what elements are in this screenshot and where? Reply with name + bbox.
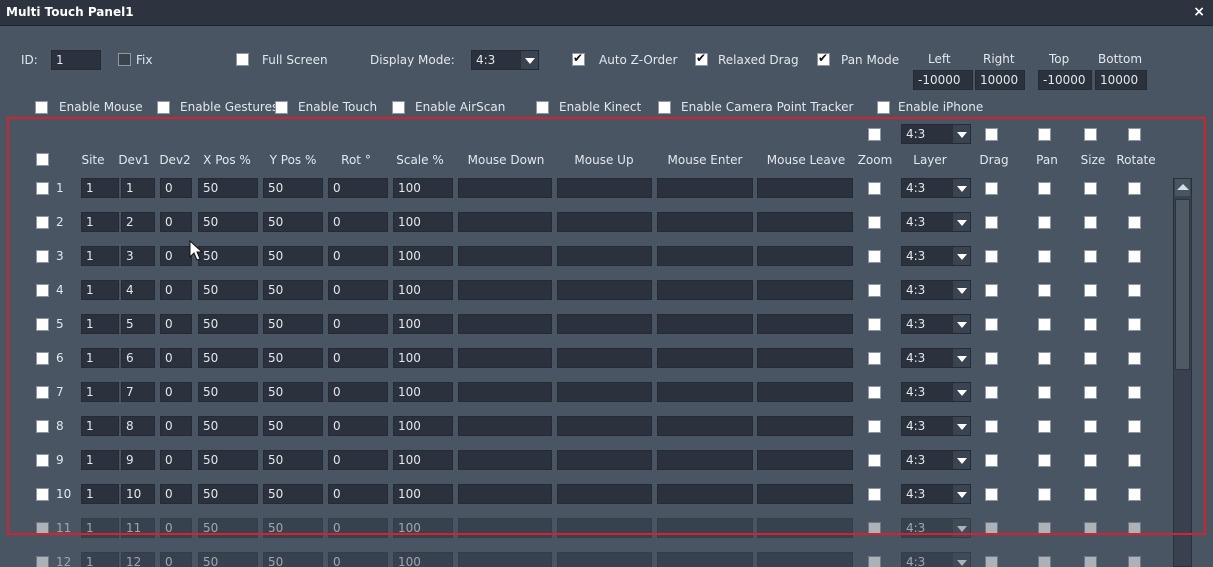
enable-touch-checkbox[interactable] [275,101,288,114]
display-mode-label: Display Mode: [370,53,455,67]
mouse-enter-input[interactable] [657,552,753,567]
bound-top-input[interactable]: -10000 [1038,70,1092,90]
bound-right-input[interactable]: 10000 [975,70,1025,90]
enable-camera-point-tracker-label: Enable Camera Point Tracker [681,100,854,114]
fix-checkbox[interactable] [118,53,131,66]
bound-top-label: Top [1049,52,1070,66]
enable-gestures-label: Enable Gestures [180,100,279,114]
bound-bottom-input[interactable]: 10000 [1095,70,1147,90]
enable-touch-label: Enable Touch [298,100,378,114]
scale-input[interactable]: 100 [393,552,453,567]
dev2-input[interactable]: 0 [160,552,192,567]
site-input[interactable]: 1 [81,552,119,567]
window-title: Multi Touch Panel1 [6,5,134,19]
dev1-input[interactable]: 12 [121,552,155,567]
x-input[interactable]: 50 [198,552,258,567]
row-number: 12 [56,555,72,567]
display-mode-value: 4:3 [476,53,496,67]
size-checkbox[interactable] [1084,556,1097,567]
y-input[interactable]: 50 [263,552,323,567]
mouse-up-input[interactable] [557,552,652,567]
mouse-leave-input[interactable] [757,552,853,567]
display-mode-select[interactable]: 4:3 [471,50,539,70]
close-icon[interactable]: × [1193,4,1205,20]
mouse-down-input[interactable] [458,552,552,567]
highlight-frame [7,117,1206,535]
enable-camera-point-tracker-checkbox[interactable] [658,101,671,114]
row-select-checkbox[interactable] [36,556,49,567]
bound-bottom-label: Bottom [1098,52,1143,66]
id-label: ID: [21,53,38,67]
chevron-down-icon[interactable] [520,51,538,69]
pan-checkbox[interactable] [1038,556,1051,567]
pan-mode-label: Pan Mode [841,53,900,67]
enable-airscan-label: Enable AirScan [415,100,506,114]
enable-iphone-label: Enable iPhone [898,100,984,114]
enable-gestures-checkbox[interactable] [157,101,170,114]
bound-left-input[interactable]: -10000 [913,70,973,90]
fix-label: Fix [136,53,153,67]
auto-z-order-checkbox[interactable] [572,51,585,66]
zoom-checkbox[interactable] [868,556,881,567]
rot-input[interactable]: 0 [328,552,388,567]
relaxed-drag-checkbox[interactable] [695,51,708,66]
fullscreen-label: Full Screen [262,53,328,67]
rotate-checkbox[interactable] [1128,556,1141,567]
enable-kinect-checkbox[interactable] [536,101,549,114]
chevron-down-icon[interactable] [952,553,970,567]
fullscreen-checkbox[interactable] [236,53,249,66]
pan-mode-checkbox[interactable] [817,51,830,66]
enable-airscan-checkbox[interactable] [392,101,405,114]
enable-kinect-label: Enable Kinect [559,100,642,114]
enable-iphone-checkbox[interactable] [877,101,890,114]
enable-mouse-label: Enable Mouse [59,100,143,114]
auto-z-order-label: Auto Z-Order [599,53,678,67]
enable-mouse-checkbox[interactable] [35,101,48,114]
id-input[interactable]: 1 [51,50,101,70]
layer-value: 4:3 [906,555,926,567]
bound-right-label: Right [983,52,1015,66]
bound-left-label: Left [928,52,951,66]
layer-select[interactable]: 4:3 [901,552,971,567]
drag-checkbox[interactable] [985,556,998,567]
title-bar: Multi Touch Panel1 × [0,0,1213,26]
relaxed-drag-label: Relaxed Drag [718,53,799,67]
